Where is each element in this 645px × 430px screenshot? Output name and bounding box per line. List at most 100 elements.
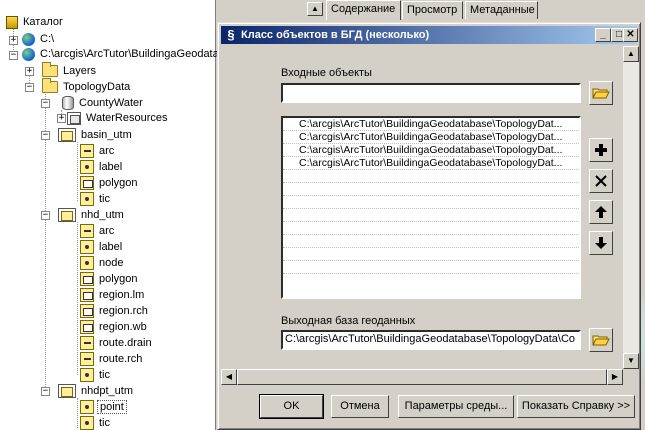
scroll-thumb[interactable] — [237, 369, 607, 385]
scroll-up-arrow-icon[interactable]: ▲ — [307, 2, 323, 16]
tree-item-topologydata[interactable]: TopologyData — [42, 78, 132, 95]
tree-item-route-drain[interactable]: route.drain — [80, 335, 154, 351]
tree-item-polygon[interactable]: polygon — [80, 175, 140, 191]
polygon-feature-icon — [80, 304, 94, 318]
add-button[interactable] — [589, 138, 613, 162]
remove-button[interactable] — [589, 169, 613, 193]
scroll-down-arrow-icon[interactable]: ▼ — [623, 353, 639, 369]
catalog-icon — [6, 15, 18, 29]
tree-item-tic[interactable]: tic — [80, 191, 112, 207]
tree-item-label: tic — [99, 417, 110, 429]
tree-item-label-class[interactable]: label — [80, 159, 124, 175]
coverage-icon — [58, 128, 76, 142]
list-empty-row — [283, 209, 579, 222]
tree-item-route-rch[interactable]: route.rch — [80, 351, 144, 367]
dialog-client-area: Входные объекты C:\arcgis\ArcTutor\Build… — [221, 46, 623, 369]
tab-metadata[interactable]: Метаданные — [465, 1, 538, 19]
feature-dataset-icon — [67, 111, 81, 125]
globe-drive-icon — [22, 47, 35, 61]
list-empty-row — [283, 235, 579, 248]
line-feature-icon — [80, 352, 94, 366]
point-feature-icon — [80, 400, 94, 414]
list-item[interactable]: C:\arcgis\ArcTutor\BuildingaGeodatabase\… — [283, 144, 579, 157]
tree-item-label: label — [99, 241, 123, 253]
cancel-button[interactable]: Отмена — [331, 395, 389, 418]
scroll-right-arrow-icon[interactable]: ▶ — [607, 369, 623, 385]
browse-input-button[interactable] — [589, 81, 613, 105]
tree-item-basin-utm[interactable]: basin_utm — [58, 127, 134, 143]
dialog-title: Класс объектов в БГД (несколько) — [241, 29, 430, 41]
collapse-toggle[interactable]: − — [41, 131, 50, 140]
tree-item-arc[interactable]: arc — [80, 223, 116, 239]
tree-item-tic[interactable]: tic — [80, 367, 112, 383]
expand-toggle[interactable]: + — [57, 114, 66, 123]
arrow-down-icon — [595, 237, 607, 249]
tree-item-polygon[interactable]: polygon — [80, 271, 140, 287]
list-item[interactable]: C:\arcgis\ArcTutor\BuildingaGeodatabase\… — [283, 157, 579, 170]
tree-item-label: arc — [99, 145, 115, 157]
collapse-toggle[interactable]: − — [25, 83, 34, 92]
expand-toggle[interactable]: + — [9, 36, 18, 45]
collapse-toggle[interactable]: − — [41, 99, 50, 108]
point-feature-icon — [80, 416, 94, 430]
coverage-icon — [58, 208, 76, 222]
tree-item-region-wb[interactable]: region.wb — [80, 319, 149, 335]
tree-item-waterresources[interactable]: WaterResources — [67, 110, 170, 126]
scroll-up-arrow-icon[interactable]: ▲ — [623, 46, 639, 62]
browse-output-button[interactable] — [589, 328, 613, 352]
show-help-button[interactable]: Показать Справку >> — [517, 395, 635, 418]
environment-settings-button[interactable]: Параметры среды... — [398, 395, 514, 418]
dialog-horizontal-scrollbar[interactable]: ◀ ▶ — [221, 369, 623, 385]
polygon-feature-icon — [80, 320, 94, 334]
tab-contents[interactable]: Содержание — [326, 0, 401, 20]
ok-button[interactable]: OK — [259, 394, 324, 419]
scroll-left-arrow-icon[interactable]: ◀ — [221, 369, 237, 385]
open-folder-icon — [592, 335, 610, 346]
tree-item-label-class[interactable]: label — [80, 239, 124, 255]
input-features-field[interactable] — [281, 83, 581, 103]
close-button[interactable]: ✕ — [623, 28, 638, 42]
tree-item-label: C:\ — [40, 33, 55, 45]
move-up-button[interactable] — [589, 200, 613, 224]
tree-item-region-rch[interactable]: region.rch — [80, 303, 150, 319]
polygon-feature-icon — [80, 288, 94, 302]
tree-item-countywater[interactable]: CountyWater — [62, 95, 145, 111]
tree-item-label: TopologyData — [63, 81, 131, 93]
tree-item-label: region.wb — [99, 321, 147, 333]
tree-item-node[interactable]: node — [80, 255, 125, 271]
tree-item-tic[interactable]: tic — [80, 415, 112, 430]
tree-item-buildingageodatabase[interactable]: C:\arcgis\ArcTutor\BuildingaGeodatabase — [22, 46, 245, 62]
catalog-tree[interactable]: Каталог + C:\ − C:\arcgis\ArcTutor\Build… — [0, 0, 243, 430]
point-feature-icon — [80, 192, 94, 206]
tree-item-layers[interactable]: Layers — [42, 62, 98, 79]
tree-item-catalog[interactable]: Каталог — [6, 14, 65, 30]
dialog-titlebar[interactable]: § Класс объектов в БГД (несколько) — [221, 26, 637, 44]
output-gdb-field[interactable]: C:\arcgis\ArcTutor\BuildingaGeodatabase\… — [281, 330, 581, 350]
dialog-vertical-scrollbar[interactable]: ▲ ▼ — [623, 46, 639, 369]
feature-class-to-gdb-dialog: § Класс объектов в БГД (несколько) _ □ ✕… — [217, 22, 641, 430]
tree-item-label: route.rch — [99, 353, 143, 365]
geodatabase-icon — [62, 96, 74, 110]
list-item[interactable]: C:\arcgis\ArcTutor\BuildingaGeodatabase\… — [283, 118, 579, 131]
tree-item-arc[interactable]: arc — [80, 143, 116, 159]
tab-preview[interactable]: Просмотр — [402, 1, 463, 19]
minimize-button[interactable]: _ — [595, 28, 611, 42]
tree-item-nhdpt-utm[interactable]: nhdpt_utm — [58, 383, 135, 399]
collapse-toggle[interactable]: − — [41, 387, 50, 396]
collapse-toggle[interactable]: − — [9, 51, 18, 60]
polygon-feature-icon — [80, 176, 94, 190]
expand-toggle[interactable]: + — [25, 67, 34, 76]
tree-item-drive-c[interactable]: C:\ — [22, 31, 56, 47]
tree-item-label: polygon — [99, 273, 138, 285]
tree-item-region-lm[interactable]: region.lm — [80, 287, 146, 303]
tree-item-point[interactable]: point — [80, 399, 127, 415]
move-down-button[interactable] — [589, 231, 613, 255]
list-item[interactable]: C:\arcgis\ArcTutor\BuildingaGeodatabase\… — [283, 131, 579, 144]
collapse-toggle[interactable]: − — [41, 211, 50, 220]
open-folder-icon — [592, 88, 610, 99]
tree-item-nhd-utm[interactable]: nhd_utm — [58, 207, 126, 223]
input-features-list[interactable]: C:\arcgis\ArcTutor\BuildingaGeodatabase\… — [281, 116, 581, 299]
tree-item-label: label — [99, 161, 123, 173]
point-feature-icon — [80, 240, 94, 254]
tree-item-label: node — [99, 257, 124, 269]
